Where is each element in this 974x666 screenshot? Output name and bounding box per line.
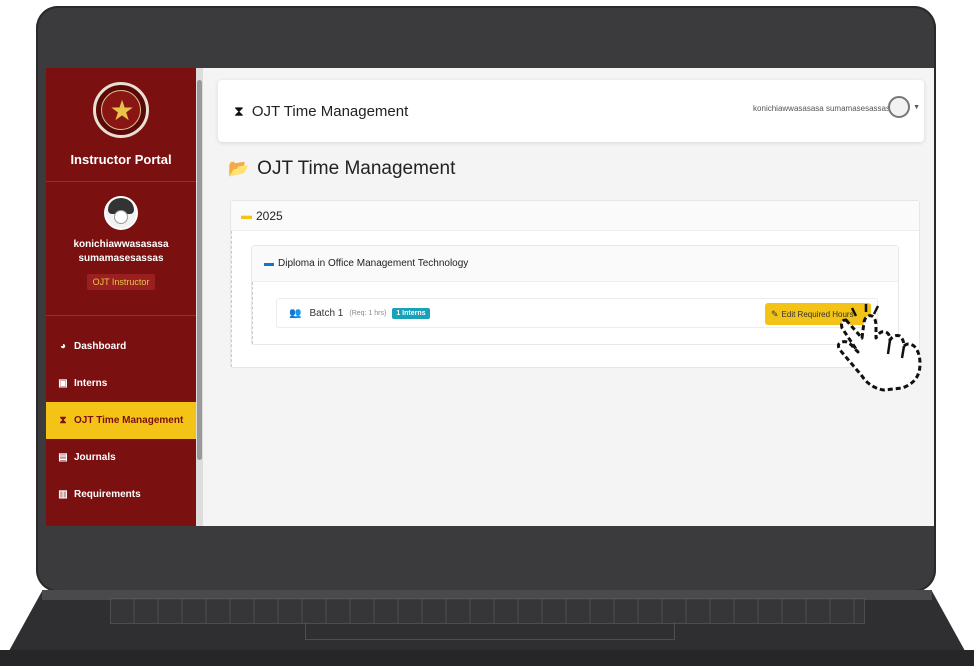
- sidebar-item-label: Dashboard: [74, 341, 127, 352]
- sidebar: ★ Instructor Portal konichiawwasasasa su…: [46, 68, 196, 526]
- user-avatar[interactable]: [888, 96, 910, 118]
- sidebar-item-label: Requirements: [74, 489, 141, 500]
- sidebar-nav: ◕ Dashboard ▣ Interns ⧗ OJT Time Managem…: [46, 316, 196, 513]
- hourglass-icon: ⧗: [234, 102, 244, 119]
- book-icon: ▤: [58, 452, 68, 463]
- year-header[interactable]: ▬ 2025: [231, 201, 919, 231]
- intern-icon: ▣: [58, 378, 68, 389]
- dashboard-icon: ◕: [59, 341, 67, 352]
- laptop-bottom-edge: [0, 650, 974, 666]
- year-card: ▬ 2025 ▬ Diploma in Office Management Te…: [230, 200, 920, 368]
- sidebar-item-label: Interns: [74, 378, 108, 389]
- hand-pointer-cursor-icon: [836, 304, 922, 392]
- screen: ★ Instructor Portal konichiawwasasasa su…: [46, 68, 934, 526]
- brand-title: Instructor Portal: [70, 152, 172, 167]
- topbar-username[interactable]: konichiawwasasasa sumamasesassas: [753, 104, 890, 113]
- star-icon: ★: [109, 95, 135, 126]
- batch-name: Batch 1: [309, 307, 344, 319]
- laptop-mockup: ★ Instructor Portal konichiawwasasasa su…: [0, 0, 974, 666]
- course-card: ▬ Diploma in Office Management Technolog…: [251, 245, 899, 345]
- course-header[interactable]: ▬ Diploma in Office Management Technolog…: [252, 246, 898, 282]
- batch-row: 👥 Batch 1 (Req: 1 hrs) 1 Interns ✎ Edit …: [276, 298, 878, 328]
- folder-icon: ▬: [264, 258, 274, 269]
- file-icon: ▥: [58, 489, 68, 500]
- folder-icon: ▬: [241, 209, 252, 222]
- topbar: ⧗ OJT Time Management konichiawwasasasa …: [218, 80, 924, 142]
- keyboard: [110, 598, 865, 624]
- year-label: 2025: [256, 208, 283, 223]
- avatar: [104, 196, 138, 230]
- sidebar-item-requirements[interactable]: ▥ Requirements: [46, 476, 196, 513]
- sidebar-item-journals[interactable]: ▤ Journals: [46, 439, 196, 476]
- sidebar-item-label: Journals: [74, 452, 116, 463]
- sidebar-scrollbar[interactable]: [196, 68, 203, 526]
- page-title: OJT Time Management: [257, 158, 456, 179]
- folder-open-icon: 📂: [228, 159, 250, 178]
- topbar-title: OJT Time Management: [251, 102, 409, 120]
- role-badge: OJT Instructor: [86, 274, 156, 290]
- chevron-down-icon[interactable]: ▼: [913, 104, 920, 111]
- university-seal-logo: ★: [93, 82, 149, 138]
- course-label: Diploma in Office Management Technology: [278, 258, 469, 269]
- sidebar-item-label: OJT Time Management: [74, 415, 184, 426]
- sidebar-item-interns[interactable]: ▣ Interns: [46, 365, 196, 402]
- sidebar-profile: konichiawwasasasa sumamasesassas OJT Ins…: [46, 182, 196, 316]
- scrollbar-thumb[interactable]: [197, 80, 202, 460]
- sidebar-brand[interactable]: ★ Instructor Portal: [46, 68, 196, 182]
- sidebar-item-ojt-time-management[interactable]: ⧗ OJT Time Management: [46, 402, 196, 439]
- sidebar-item-dashboard[interactable]: ◕ Dashboard: [46, 328, 196, 365]
- edit-icon: ✎: [771, 308, 779, 319]
- interns-count-badge: 1 Interns: [392, 307, 430, 319]
- hourglass-icon: ⧗: [59, 415, 67, 426]
- users-icon: 👥: [289, 307, 302, 319]
- trackpad: [305, 622, 675, 640]
- batch-required-hours: (Req: 1 hrs): [349, 309, 387, 317]
- profile-name: konichiawwasasasa sumamasesassas: [73, 239, 169, 264]
